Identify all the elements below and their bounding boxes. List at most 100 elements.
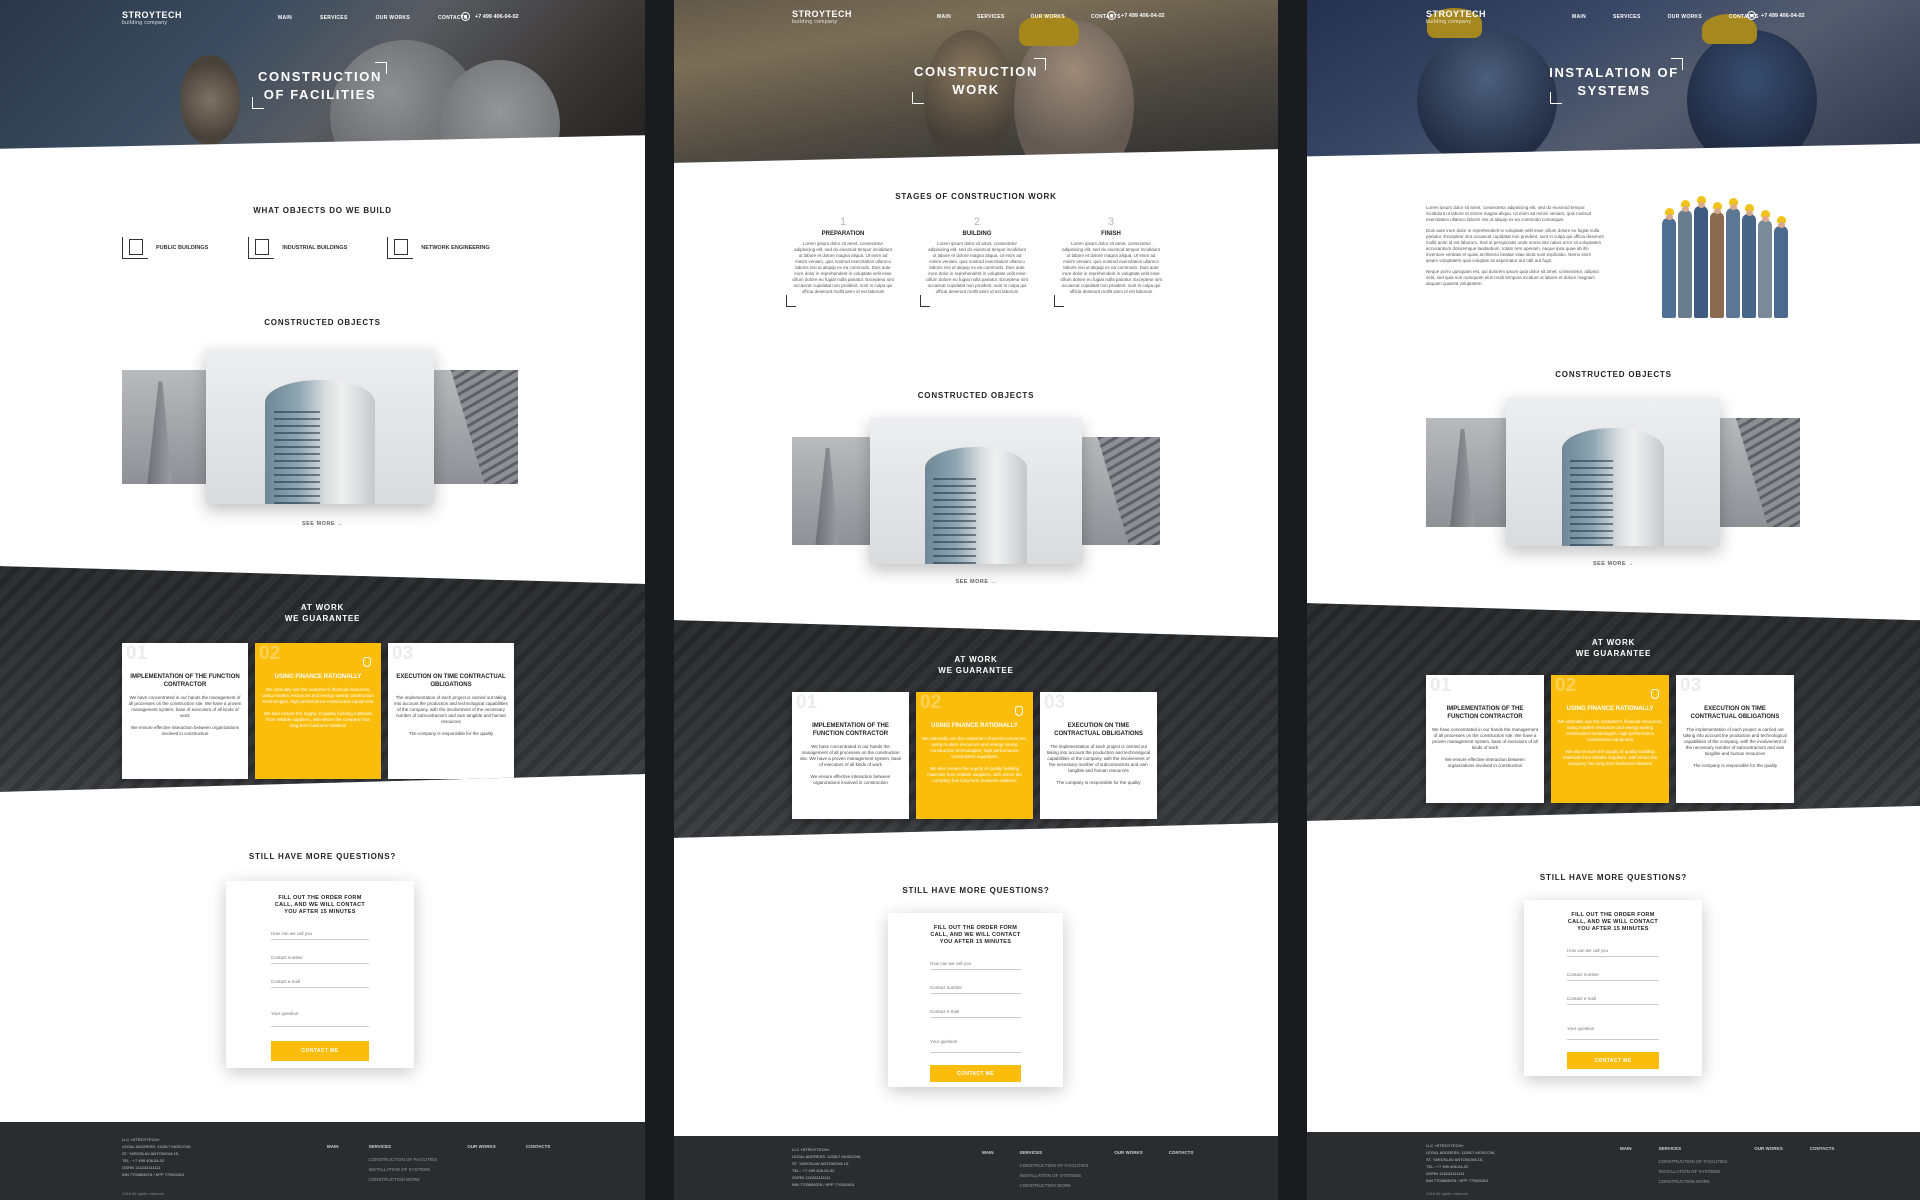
footer-link-main[interactable]: MAIN: [982, 1150, 994, 1191]
gallery-image-left[interactable]: [122, 370, 206, 484]
guarantee-card-highlighted[interactable]: 02 USING FINANCE RATIONALLY We rationall…: [255, 643, 381, 779]
logo-name: STROYTECH: [122, 10, 183, 20]
nav-main[interactable]: MAIN: [278, 15, 292, 21]
see-more-link[interactable]: SEE MORE →: [1307, 561, 1920, 567]
phone-link[interactable]: +7 499 406-04-02: [461, 12, 519, 21]
guarantee-card-highlighted[interactable]: 02 USING FINANCE RATIONALLY We rationall…: [1551, 675, 1669, 803]
object-industrial-buildings: INDUSTRIAL BUILDINGS: [248, 237, 347, 259]
objects-title: WHAT OBJECTS DO WE BUILD: [253, 206, 392, 215]
question-field[interactable]: [271, 997, 369, 1027]
footer-link-services[interactable]: SERVICES: [1659, 1146, 1728, 1151]
footer-services: SERVICES CONSTRUCTION OF FACILITIES INST…: [1020, 1150, 1089, 1191]
footer-link-works[interactable]: OUR WORKS: [467, 1144, 496, 1185]
email-field[interactable]: [271, 973, 369, 988]
frame-corner: [375, 62, 387, 74]
nav-services[interactable]: SERVICES: [977, 14, 1005, 20]
guarantee-section: AT WORK WE GUARANTEE 01 IMPLEMENTATION O…: [1307, 603, 1920, 821]
nav-our-works[interactable]: OUR WORKS: [1668, 14, 1702, 20]
nav-our-works[interactable]: OUR WORKS: [1031, 14, 1065, 20]
footer-link-main[interactable]: MAIN: [327, 1144, 339, 1185]
engineer-icon: [387, 237, 414, 259]
frame-corner: [252, 97, 264, 109]
see-more-link[interactable]: SEE MORE →: [674, 579, 1278, 585]
footer-link-works[interactable]: OUR WORKS: [1754, 1146, 1783, 1187]
footer-link-services[interactable]: SERVICES: [1020, 1150, 1089, 1155]
footer-link-contacts[interactable]: CONTACTS: [1169, 1150, 1194, 1191]
form-title: FILL OUT THE ORDER FORM CALL, AND WE WIL…: [1567, 912, 1659, 932]
phone-field[interactable]: [930, 979, 1021, 994]
email-field[interactable]: [1567, 990, 1659, 1005]
footer-link-service[interactable]: INSTALLATION OF SYSTEMS: [1020, 1171, 1089, 1181]
logo[interactable]: STROYTECH building company: [792, 9, 852, 25]
see-more-label: SEE MORE: [1592, 561, 1626, 567]
hand-pointer-icon: [1015, 706, 1023, 716]
footer-link-service[interactable]: CONSTRUCTION OF FACILITIES: [369, 1155, 438, 1165]
factory-icon: [248, 237, 275, 259]
gallery-image-main[interactable]: [870, 418, 1082, 564]
footer-link-service[interactable]: CONSTRUCTION WORK: [1020, 1181, 1089, 1191]
guarantee-card[interactable]: 01 IMPLEMENTATION OF THE FUNCTION CONTRA…: [1426, 675, 1544, 803]
guarantee-card-highlighted[interactable]: 02 USING FINANCE RATIONALLY We rationall…: [916, 692, 1033, 819]
footer-link-main[interactable]: MAIN: [1620, 1146, 1632, 1187]
nav-services[interactable]: SERVICES: [320, 15, 348, 21]
footer-link-service[interactable]: INSTALLATION OF SYSTEMS: [369, 1165, 438, 1175]
footer-link-contacts[interactable]: CONTACTS: [526, 1144, 551, 1185]
phone-field[interactable]: [271, 949, 369, 964]
name-field[interactable]: [1567, 942, 1659, 957]
guarantee-card[interactable]: 01 IMPLEMENTATION OF THE FUNCTION CONTRA…: [792, 692, 909, 819]
question-field[interactable]: [930, 1027, 1021, 1053]
guarantee-cards: 01 IMPLEMENTATION OF THE FUNCTION CONTRA…: [122, 643, 514, 779]
logo[interactable]: STROYTECH building company: [122, 10, 182, 26]
frame-corner: [1550, 92, 1562, 104]
gallery-image-main[interactable]: [1506, 398, 1720, 546]
nav-services[interactable]: SERVICES: [1613, 14, 1641, 20]
footer-link-services[interactable]: SERVICES: [369, 1144, 438, 1149]
footer-link-contacts[interactable]: CONTACTS: [1810, 1146, 1835, 1187]
nav-our-works[interactable]: OUR WORKS: [376, 15, 410, 21]
phone-number: +7 499 406-04-02: [1761, 12, 1805, 19]
phone-link[interactable]: +7 499 406-04-02: [1747, 11, 1805, 20]
footer-link-service[interactable]: CONSTRUCTION OF FACILITIES: [1659, 1157, 1728, 1167]
footer-company-info: LLC «STROYTECH» LEGAL ADDRESS: 115517 MO…: [122, 1137, 192, 1177]
gallery-image-left[interactable]: [1426, 418, 1506, 527]
about-text: Lorem ipsum dolor sit amet, consectetur …: [1426, 205, 1604, 286]
nav-main[interactable]: MAIN: [1572, 14, 1586, 20]
guarantee-card[interactable]: 03 EXECUTION ON TIME CONTRACTUAL OBLIGAT…: [388, 643, 514, 779]
name-field[interactable]: [271, 925, 369, 940]
constructed-title: CONSTRUCTED OBJECTS: [917, 391, 1035, 400]
gallery-image-left[interactable]: [792, 437, 870, 545]
footer-link-service[interactable]: CONSTRUCTION OF FACILITIES: [1020, 1161, 1089, 1171]
phone-field[interactable]: [1567, 966, 1659, 981]
guarantee-card[interactable]: 01 IMPLEMENTATION OF THE FUNCTION CONTRA…: [122, 643, 248, 779]
guarantee-card[interactable]: 03 EXECUTION ON TIME CONTRACTUAL OBLIGAT…: [1676, 675, 1794, 803]
phone-link[interactable]: +7 499 406-04-02: [1107, 11, 1165, 20]
footer-link-works[interactable]: OUR WORKS: [1114, 1150, 1143, 1191]
gallery-image-right[interactable]: [1720, 418, 1800, 527]
arrow-right-icon: →: [337, 521, 344, 527]
contact-me-button[interactable]: CONTACT ME: [930, 1065, 1021, 1082]
guarantee-section: AT WORK WE GUARANTEE 01 IMPLEMENTATION O…: [674, 620, 1278, 838]
arrow-right-icon: →: [1628, 561, 1635, 567]
question-field[interactable]: [1567, 1014, 1659, 1040]
gallery-image-right[interactable]: [1082, 437, 1160, 545]
email-field[interactable]: [930, 1003, 1021, 1018]
arrow-right-icon: →: [990, 579, 997, 585]
constructed-title: CONSTRUCTED OBJECTS: [1555, 370, 1672, 379]
name-field[interactable]: [930, 955, 1021, 970]
footer-link-service[interactable]: CONSTRUCTION WORK: [369, 1175, 438, 1185]
guarantee-card[interactable]: 03 EXECUTION ON TIME CONTRACTUAL OBLIGAT…: [1040, 692, 1157, 819]
footer-link-service[interactable]: CONSTRUCTION WORK: [1659, 1177, 1728, 1187]
corner-mark: [786, 295, 796, 307]
logo-subtitle: building company: [792, 19, 838, 25]
gallery-image-main[interactable]: [206, 349, 434, 504]
stage-preparation: 1 PREPARATION Lorem ipsum dolor sit amet…: [786, 216, 894, 307]
gallery-image-right[interactable]: [434, 370, 518, 484]
frame-corner: [1671, 58, 1683, 70]
logo[interactable]: STROYTECH building company: [1426, 9, 1486, 25]
see-more-link[interactable]: SEE MORE →: [0, 521, 645, 527]
footer-link-service[interactable]: INSTALLATION OF SYSTEMS: [1659, 1167, 1728, 1177]
contact-me-button[interactable]: CONTACT ME: [271, 1041, 369, 1061]
main-nav: MAIN SERVICES OUR WORKS CONTACTS: [278, 15, 468, 21]
nav-main[interactable]: MAIN: [937, 14, 951, 20]
contact-me-button[interactable]: CONTACT ME: [1567, 1052, 1659, 1069]
